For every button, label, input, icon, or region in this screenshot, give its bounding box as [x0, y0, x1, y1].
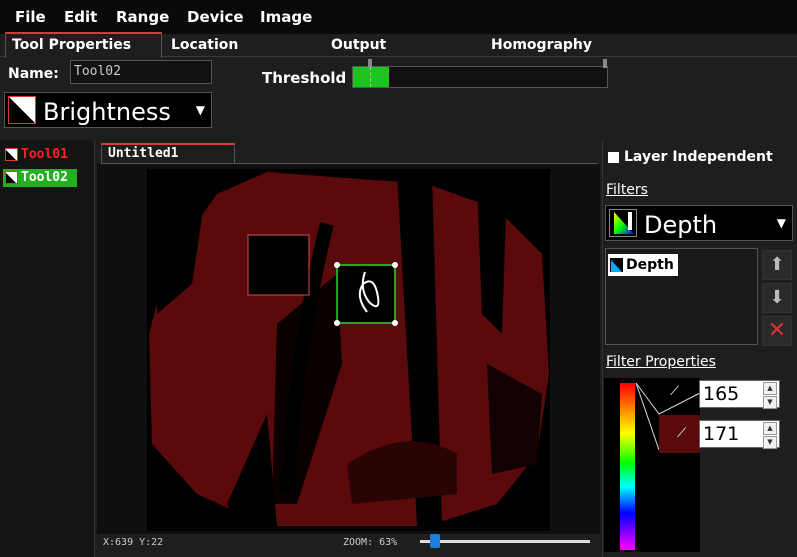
cursor-coordinates: X:639 Y:22 — [103, 537, 164, 548]
zoom-label: ZOOM: 63% — [343, 537, 398, 548]
chevron-down-icon: ▼ — [195, 103, 205, 117]
threshold-marker-low — [370, 67, 372, 87]
document-tab[interactable]: Untitled1 — [101, 143, 235, 163]
filter-type-caption: Depth — [644, 211, 718, 239]
roi-handle[interactable] — [334, 262, 340, 268]
tool-type-caption: Brightness — [43, 98, 171, 126]
tool-label: Tool02 — [21, 170, 68, 185]
depth-max-value: 171 — [703, 423, 740, 445]
menu-bar: File Edit Range Device Image — [0, 0, 797, 34]
filter-list: Depth — [605, 248, 758, 345]
tool-brightness-icon — [5, 148, 18, 161]
tool-type-dropdown[interactable]: Brightness ▼ — [4, 92, 212, 128]
layer-independent-checkbox[interactable] — [608, 152, 619, 163]
menu-device[interactable]: Device — [187, 8, 244, 26]
depth-min-value: 165 — [703, 383, 740, 405]
brightness-icon — [8, 96, 36, 124]
filter-list-item-depth[interactable]: Depth — [608, 254, 678, 276]
remove-filter-button[interactable]: ✕ — [762, 316, 792, 346]
tab-homography[interactable]: Homography — [491, 34, 592, 56]
threshold-label: Threshold — [262, 69, 347, 87]
menu-range[interactable]: Range — [116, 8, 169, 26]
filters-link[interactable]: Filters — [606, 182, 648, 198]
tool-list-panel: Tool01 Tool02 — [0, 140, 95, 557]
filter-properties-link[interactable]: Filter Properties — [606, 354, 716, 370]
name-label: Name: — [8, 66, 59, 82]
spin-buttons[interactable]: ▲ ▼ — [763, 422, 777, 449]
tab-bar: Tool Properties Location Output Homograp… — [0, 32, 797, 58]
tool-list-item-tool02[interactable]: Tool02 — [3, 169, 77, 187]
menu-file[interactable]: File — [15, 8, 46, 26]
move-up-button[interactable]: ⬆ — [762, 250, 792, 280]
roi-handle[interactable] — [334, 320, 340, 326]
depth-image — [147, 169, 550, 531]
name-input[interactable]: Tool02 — [70, 60, 212, 84]
eyedropper-icon[interactable]: ⟋ — [670, 384, 679, 399]
roi-tool02[interactable] — [336, 264, 396, 324]
tool-label: Tool01 — [21, 147, 68, 162]
tab-location[interactable]: Location — [171, 34, 238, 56]
zoom-slider-handle[interactable] — [430, 534, 440, 548]
eyedropper-icon[interactable]: ⟋ — [677, 426, 686, 441]
roi-tool01[interactable] — [247, 234, 310, 296]
tool-brightness-icon — [5, 171, 18, 184]
depth-max-spinbox[interactable]: 171 ▲ ▼ — [699, 420, 780, 449]
roi-handle[interactable] — [392, 262, 398, 268]
depth-icon — [610, 258, 623, 272]
image-canvas[interactable] — [97, 164, 600, 534]
filter-type-dropdown[interactable]: Depth ▼ — [605, 205, 793, 241]
zoom-slider[interactable] — [420, 534, 590, 548]
menu-edit[interactable]: Edit — [64, 8, 97, 26]
threshold-slider[interactable] — [352, 59, 608, 88]
threshold-handle-high[interactable] — [603, 59, 607, 68]
tool-list-item-tool01[interactable]: Tool01 — [3, 146, 77, 164]
depth-min-spinbox[interactable]: 165 ▲ ▼ — [699, 380, 780, 409]
depth-icon — [609, 209, 637, 237]
chevron-down-icon: ▼ — [776, 216, 786, 230]
menu-image[interactable]: Image — [260, 8, 312, 26]
tab-tool-properties[interactable]: Tool Properties — [5, 32, 162, 58]
move-down-button[interactable]: ⬇ — [762, 283, 792, 313]
spin-buttons[interactable]: ▲ ▼ — [763, 382, 777, 409]
layer-independent-label: Layer Independent — [624, 149, 773, 165]
roi-handle[interactable] — [392, 320, 398, 326]
range-pointers — [635, 382, 701, 453]
tab-output[interactable]: Output — [331, 34, 386, 56]
filter-item-label: Depth — [626, 257, 674, 273]
